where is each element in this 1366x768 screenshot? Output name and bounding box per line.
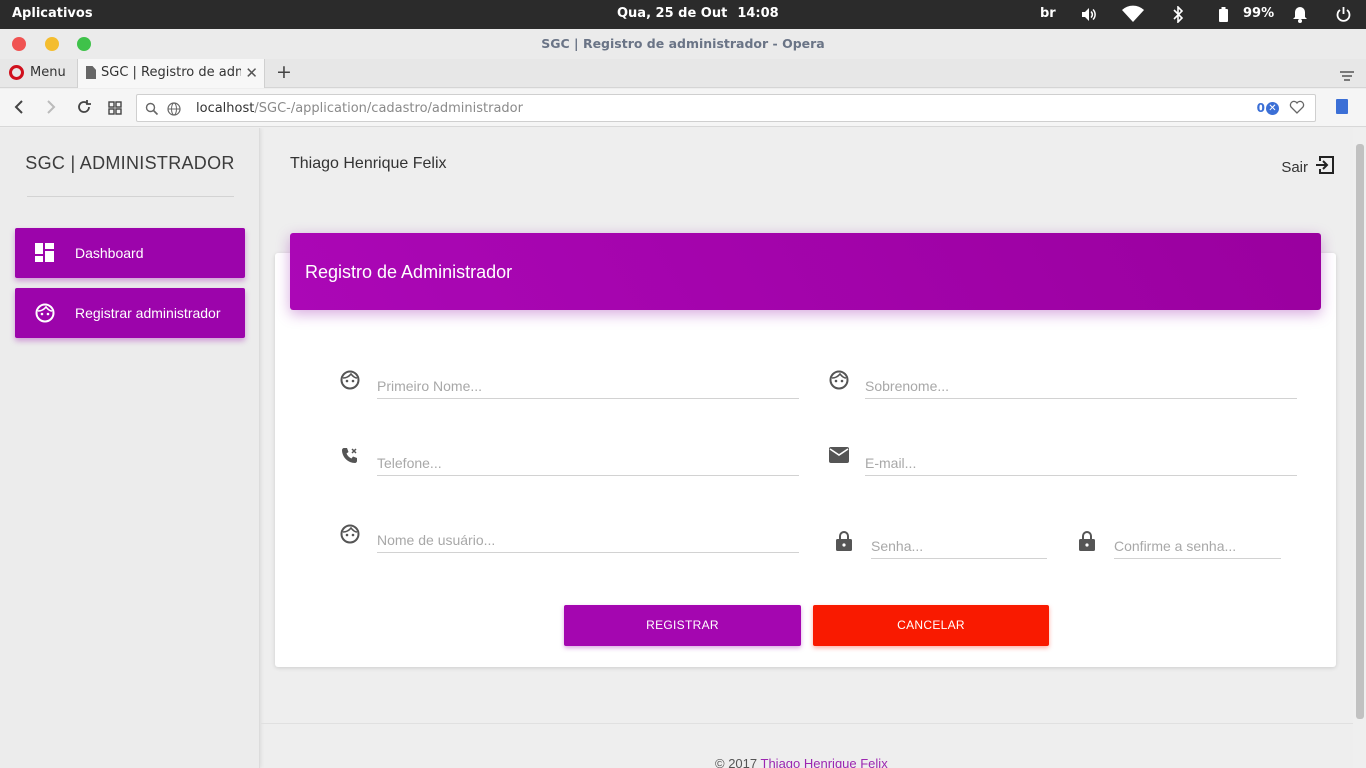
sidebar-item-label: Registrar administrador	[75, 305, 221, 321]
card-header: Registro de Administrador	[290, 233, 1321, 310]
search-icon[interactable]	[145, 101, 159, 120]
clock-date: Qua, 25 de Out	[617, 6, 728, 21]
url-text: localhost/SGC-/application/cadastro/admi…	[196, 101, 523, 116]
form-title: Registro de Administrador	[305, 262, 513, 282]
registration-card	[275, 253, 1336, 667]
clock[interactable]: Qua, 25 de Out 14:08	[617, 6, 779, 21]
tab-bar: Menu SGC | Registro de administrador ✕ +	[0, 59, 1366, 88]
logout-label: Sair	[1281, 158, 1308, 176]
window-titlebar: SGC | Registro de administrador - Opera	[0, 29, 1366, 59]
phone-icon	[340, 447, 360, 471]
face-icon	[340, 524, 360, 548]
forward-icon[interactable]	[45, 99, 57, 119]
battery-percent: 99%	[1243, 6, 1275, 21]
url-host: localhost	[196, 101, 255, 116]
address-bar[interactable]: localhost/SGC-/application/cadastro/admi…	[136, 94, 1316, 122]
wifi-icon[interactable]	[1122, 5, 1144, 23]
window-title: SGC | Registro de administrador - Opera	[541, 36, 825, 51]
notifications-icon[interactable]	[1292, 6, 1308, 23]
logged-user-name: Thiago Henrique Felix	[290, 155, 447, 172]
sidebar-item-dashboard[interactable]: Dashboard	[15, 228, 245, 278]
email-input[interactable]	[865, 454, 1297, 476]
mail-icon	[829, 447, 849, 467]
power-icon[interactable]	[1336, 6, 1351, 22]
face-icon	[829, 370, 849, 394]
speed-dial-icon[interactable]	[108, 100, 122, 119]
first-name-input[interactable]	[377, 377, 799, 399]
bookmark-heart-icon[interactable]	[1289, 99, 1305, 119]
battery-icon[interactable]	[1219, 7, 1228, 22]
opera-menu-button[interactable]: Menu	[9, 65, 66, 80]
os-top-bar: Aplicativos Qua, 25 de Out 14:08 br 99%	[0, 0, 1366, 29]
exit-icon	[1315, 155, 1335, 179]
scrollbar-thumb[interactable]	[1356, 144, 1364, 719]
page-viewport: SGC | ADMINISTRADOR Dashboard Registrar …	[0, 128, 1366, 768]
password-input[interactable]	[871, 537, 1047, 559]
face-icon	[35, 303, 55, 326]
document-icon	[86, 66, 96, 79]
lock-icon	[1079, 530, 1095, 555]
tab-menu-icon[interactable]	[1340, 67, 1354, 86]
reload-icon[interactable]	[76, 99, 92, 119]
copyright-text: © 2017	[715, 756, 758, 768]
main-content: Thiago Henrique Felix Sair Primeiro Nome…	[261, 128, 1353, 768]
cancel-button[interactable]: CANCELAR	[813, 605, 1049, 646]
volume-icon[interactable]	[1081, 7, 1097, 22]
keyboard-layout[interactable]: br	[1040, 6, 1056, 21]
applications-menu[interactable]: Aplicativos	[12, 6, 93, 21]
dashboard-icon	[35, 243, 54, 265]
face-icon	[340, 370, 360, 394]
navigation-bar: localhost/SGC-/application/cadastro/admi…	[0, 89, 1366, 127]
ad-block-count: 0	[1256, 101, 1265, 115]
sidebar-item-registrar-administrador[interactable]: Registrar administrador	[15, 288, 245, 338]
author-link[interactable]: Thiago Henrique Felix	[761, 756, 888, 768]
footer: © 2017 Thiago Henrique Felix	[715, 756, 888, 768]
personal-news-icon[interactable]	[1336, 99, 1348, 114]
brand-title[interactable]: SGC | ADMINISTRADOR	[0, 153, 260, 174]
back-icon[interactable]	[13, 99, 25, 119]
ad-block-icon[interactable]: ✕	[1266, 102, 1279, 115]
divider	[27, 196, 234, 197]
register-button[interactable]: REGISTRAR	[564, 605, 801, 646]
tab-active[interactable]: SGC | Registro de administrador ✕	[77, 59, 265, 88]
confirm-password-input[interactable]	[1114, 537, 1281, 559]
footer-divider	[261, 723, 1353, 724]
sidebar: SGC | ADMINISTRADOR Dashboard Registrar …	[0, 128, 260, 768]
sidebar-item-label: Dashboard	[75, 245, 144, 261]
opera-menu-label: Menu	[30, 65, 66, 80]
scrollbar[interactable]	[1353, 128, 1366, 768]
tab-label: SGC | Registro de administrador	[101, 65, 241, 80]
bluetooth-icon[interactable]	[1173, 6, 1184, 23]
new-tab-button[interactable]: +	[276, 61, 292, 83]
phone-input[interactable]	[377, 454, 799, 476]
globe-icon[interactable]	[167, 101, 181, 120]
opera-logo-icon	[9, 65, 24, 80]
tab-close-icon[interactable]: ✕	[245, 64, 258, 82]
url-path: /SGC-/application/cadastro/administrador	[254, 101, 523, 116]
clock-time: 14:08	[737, 6, 779, 21]
logout-button[interactable]: Sair	[1281, 155, 1335, 179]
username-input[interactable]	[377, 531, 799, 553]
last-name-input[interactable]	[865, 377, 1297, 399]
lock-icon	[836, 530, 852, 555]
